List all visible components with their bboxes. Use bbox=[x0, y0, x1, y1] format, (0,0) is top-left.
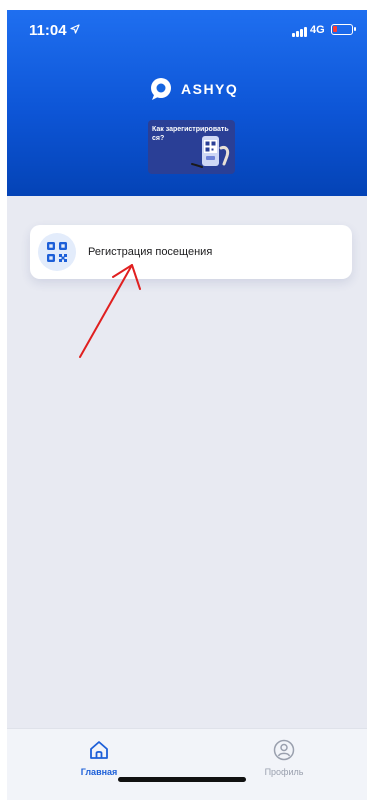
profile-icon bbox=[273, 739, 295, 761]
tab-profile-label: Профиль bbox=[264, 767, 304, 777]
bottom-tab-bar: Главная Профиль bbox=[7, 728, 367, 800]
network-type: 4G bbox=[310, 24, 325, 36]
tab-home-label: Главная bbox=[80, 767, 118, 777]
tab-profile[interactable]: Профиль bbox=[244, 739, 324, 777]
cellular-signal-icon bbox=[292, 27, 307, 37]
battery-level bbox=[333, 26, 337, 32]
ashyq-logo-icon bbox=[151, 78, 171, 100]
qr-code-icon bbox=[47, 242, 67, 262]
location-arrow-icon bbox=[70, 24, 80, 34]
app-logo: ASHYQ bbox=[149, 77, 238, 101]
visit-registration-label: Регистрация посещения bbox=[88, 246, 213, 258]
status-time: 11:04 bbox=[29, 22, 67, 39]
home-indicator bbox=[118, 777, 246, 782]
battery-icon bbox=[331, 24, 356, 35]
header: 11:04 4G ASHYQ Как зарегистрировать ся? bbox=[7, 10, 367, 196]
how-to-register-banner[interactable]: Как зарегистрировать ся? bbox=[148, 120, 235, 174]
status-bar: 11:04 4G bbox=[7, 10, 367, 54]
home-icon bbox=[90, 741, 108, 759]
visit-registration-button[interactable]: Регистрация посещения bbox=[30, 225, 352, 279]
tab-home[interactable]: Главная bbox=[59, 739, 139, 777]
banner-text: Как зарегистрировать ся? bbox=[152, 126, 229, 142]
brand-name: ASHYQ bbox=[181, 81, 239, 97]
app-screen: 11:04 4G ASHYQ Как зарегистрировать ся? bbox=[7, 10, 367, 800]
qr-icon-badge bbox=[38, 233, 76, 271]
